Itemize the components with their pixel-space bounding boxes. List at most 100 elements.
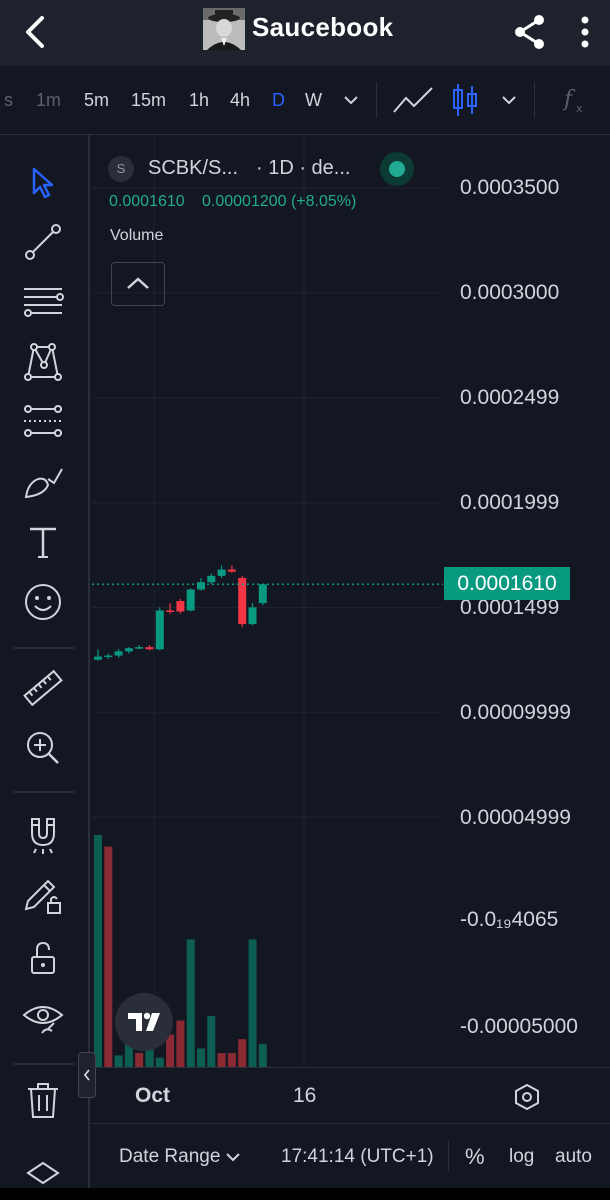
drawing-toolbar: [0, 135, 90, 1190]
candle-body: [186, 589, 195, 611]
candle-body: [104, 655, 113, 658]
volume-bar: [186, 939, 195, 1067]
legend-price: 0.0001610: [109, 193, 185, 210]
chevron-left-icon: [26, 16, 44, 48]
zoom-in-icon[interactable]: [18, 723, 68, 773]
lock-drawing-icon[interactable]: [18, 869, 68, 919]
candlestick-icon[interactable]: [450, 82, 480, 118]
share-icon: [515, 15, 544, 49]
tradingview-logo[interactable]: [115, 993, 173, 1051]
volume-bar: [135, 1053, 144, 1067]
divider: [376, 82, 377, 118]
price-tick: 0.0002499: [460, 386, 560, 409]
volume-bar: [258, 1043, 267, 1067]
price-tick: 0.00009999: [460, 701, 571, 724]
divider: [534, 82, 535, 118]
time-tick-oct: Oct: [135, 1084, 171, 1107]
candle-body: [145, 647, 154, 650]
trash-icon[interactable]: [18, 1075, 68, 1125]
timeframe-w[interactable]: W: [305, 90, 322, 111]
volume-label: Volume: [110, 227, 164, 244]
price-tick: -0.00005000: [460, 1015, 578, 1038]
system-nav-strip: [0, 1188, 610, 1200]
timeframe-15m[interactable]: 15m: [131, 90, 166, 111]
candle-body: [94, 656, 102, 660]
ruler-icon[interactable]: [18, 663, 68, 713]
candle-body: [258, 584, 267, 604]
symbol-name: SCBK/S...: [148, 157, 239, 179]
volume-bar: [238, 1039, 247, 1067]
chevron-down-icon[interactable]: [341, 92, 361, 108]
price-tick: -0.0₁₉4065: [460, 908, 559, 931]
unlock-icon[interactable]: [18, 933, 68, 983]
more-vertical-icon: [581, 16, 589, 48]
price-tick: 0.0003500: [460, 176, 560, 199]
toolbar-divider: [14, 1063, 74, 1065]
indicators-fx-icon[interactable]: f x: [556, 82, 592, 118]
market-status-indicator[interactable]: [380, 152, 414, 186]
timeframe-4h[interactable]: 4h: [230, 90, 250, 111]
toolbar-divider: [14, 791, 74, 793]
chevron-down-icon[interactable]: [224, 1150, 242, 1164]
share-button[interactable]: [508, 10, 552, 54]
cursor-icon[interactable]: [18, 157, 68, 207]
volume-bar: [248, 939, 257, 1067]
text-icon[interactable]: [18, 517, 68, 567]
brush-icon[interactable]: [18, 457, 68, 507]
volume-bar: [197, 1048, 205, 1067]
price-tick: 0.0003000: [460, 281, 560, 304]
symbol-logo: S: [108, 156, 134, 182]
candle-body: [217, 569, 226, 576]
time-axis[interactable]: Oct 16: [92, 1067, 610, 1124]
magnet-icon[interactable]: [18, 809, 68, 859]
candle-body: [124, 648, 133, 652]
legend-change: 0.00001200 (+8.05%): [202, 193, 357, 210]
back-button[interactable]: [14, 10, 58, 54]
avatar-image: [203, 8, 245, 50]
candle-body: [155, 610, 164, 650]
layers-icon[interactable]: [18, 1155, 68, 1190]
emoji-icon[interactable]: [18, 577, 68, 627]
pattern-icon[interactable]: [18, 337, 68, 387]
forecasting-icon[interactable]: [18, 397, 68, 447]
tradingview-icon: [128, 1012, 160, 1031]
timeframe-1m[interactable]: 1m: [36, 90, 61, 111]
eye-icon[interactable]: [18, 993, 68, 1043]
volume-bar: [155, 1057, 164, 1067]
percent-scale-toggle[interactable]: %: [465, 1144, 485, 1170]
auto-scale-toggle[interactable]: auto: [555, 1146, 592, 1168]
last-price-badge: 0.0001610: [444, 567, 570, 600]
log-scale-toggle[interactable]: log: [509, 1146, 534, 1168]
date-range-button[interactable]: Date Range: [119, 1146, 220, 1168]
timeframe-1h[interactable]: 1h: [189, 90, 209, 111]
candle-body: [197, 582, 205, 590]
settings-hexagon-icon[interactable]: [512, 1082, 542, 1112]
more-options-button[interactable]: [570, 10, 600, 54]
volume-bar: [94, 835, 102, 1067]
timeframe-d[interactable]: D: [272, 90, 285, 111]
svg-text:f: f: [562, 87, 576, 112]
divider: [448, 1140, 449, 1172]
toolbar-divider: [14, 647, 74, 649]
volume-bar: [114, 1055, 123, 1067]
clock-timezone[interactable]: 17:41:14 (UTC+1): [281, 1146, 434, 1168]
avatar: [203, 8, 245, 50]
candlestick-series: [94, 565, 267, 661]
timeframe-partial[interactable]: s: [4, 90, 13, 111]
collapse-legend-button[interactable]: [111, 262, 165, 306]
price-tick: 0.0001999: [460, 491, 560, 514]
trend-line-icon[interactable]: [18, 217, 68, 267]
page-title: Saucebook: [252, 12, 394, 42]
volume-bar: [227, 1053, 236, 1067]
candle-body: [207, 575, 216, 583]
candle-body: [227, 569, 236, 572]
timeframe-bar: s 1m 5m 15m 1h 4h D W f x: [0, 66, 610, 135]
line-chart-icon[interactable]: [392, 84, 434, 116]
volume-bar: [207, 1015, 216, 1067]
chevron-down-icon[interactable]: [499, 92, 519, 108]
timeframe-5m[interactable]: 5m: [84, 90, 109, 111]
volume-bar: [145, 1048, 154, 1067]
fib-levels-icon[interactable]: [18, 277, 68, 327]
price-tick: 0.00004999: [460, 806, 571, 829]
candle-body: [176, 601, 185, 612]
